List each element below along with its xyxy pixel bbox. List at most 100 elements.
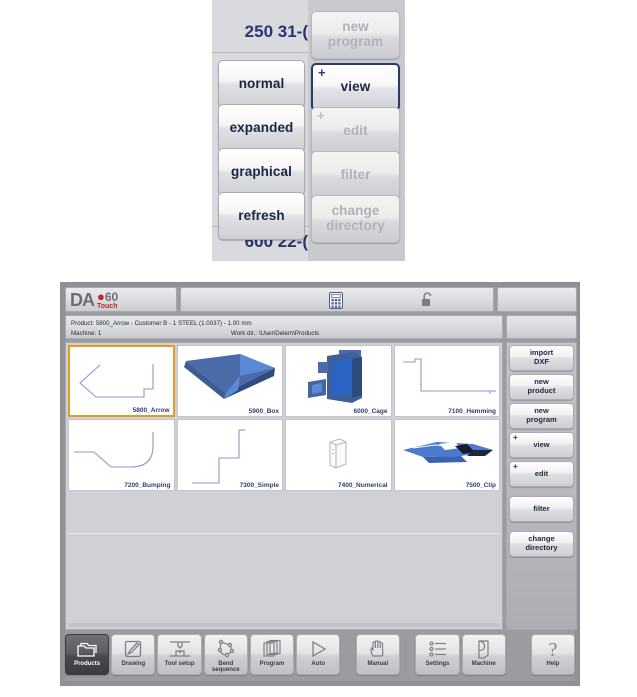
header-right-panel: [497, 287, 577, 312]
product-tile-7300-simple[interactable]: 7300_Simple: [176, 419, 283, 491]
overlay-button-edit-label: edit: [343, 122, 368, 138]
nav-button-products-label: Products: [74, 661, 101, 667]
nav-button-machine-label: Machine: [471, 661, 496, 667]
machine-info-line: Machine: 1: [71, 329, 102, 337]
play-triangle-icon: [308, 638, 328, 660]
sidebar-button-edit[interactable]: + edit: [509, 461, 574, 487]
sidebar-button-filter-label: filter: [533, 503, 550, 513]
overlay-button-view[interactable]: + view: [311, 63, 400, 111]
pages-stack-icon: [262, 638, 282, 660]
overlay-button-expanded-label: expanded: [229, 119, 294, 135]
overlay-button-refresh[interactable]: refresh: [218, 192, 305, 240]
sidebar-button-new-program[interactable]: new program: [509, 403, 574, 429]
unlock-icon[interactable]: [421, 292, 433, 313]
sidebar-button-import-dxf-line1: import: [529, 348, 554, 358]
product-tile-7500-clip[interactable]: 7500_Clip: [393, 419, 500, 491]
sidebar-button-edit-label: edit: [534, 468, 549, 478]
nav-button-bend-sequence-line1: Bend: [218, 661, 234, 667]
nav-button-machine[interactable]: Machine: [461, 634, 506, 675]
nav-button-settings[interactable]: Settings: [415, 634, 460, 675]
status-info-bar: Product: 5800_Arrow - Customer B - 1 STE…: [65, 315, 503, 339]
logo-da-text: DA: [70, 289, 95, 310]
sidebar-button-import-dxf-line2: DXF: [534, 357, 549, 366]
sidebar-button-new-product-line1: new: [534, 377, 549, 387]
overlay-button-change-directory[interactable]: change directory: [311, 195, 400, 243]
grid-scrollbar[interactable]: [68, 623, 500, 627]
nav-button-help[interactable]: ? Help: [530, 634, 576, 675]
product-tile-7200-bumping[interactable]: 7200_Bumping: [68, 419, 175, 491]
plus-icon-view: +: [318, 65, 326, 80]
nav-button-drawing[interactable]: Drawing: [111, 634, 156, 675]
overlay-button-new-program-line2: program: [327, 34, 384, 49]
pencil-page-icon: [123, 638, 143, 660]
overlay-button-filter[interactable]: filter: [311, 151, 400, 199]
readout-top: 250 31-(: [244, 22, 308, 41]
hemming-outline-thumb: [402, 358, 496, 394]
nav-button-tool-setup[interactable]: Tool setup: [157, 634, 202, 675]
nav-button-drawing-label: Drawing: [121, 661, 146, 667]
brand-logo: DA ●60 Touch: [65, 287, 177, 312]
sidebar-button-change-directory[interactable]: change directory: [509, 531, 574, 557]
overlay-button-change-directory-line1: change: [331, 203, 380, 219]
sidebar-button-new-product-line2: product: [527, 386, 556, 395]
product-tile-5900-box[interactable]: 5900_Box: [176, 345, 283, 417]
overlay-button-normal[interactable]: normal: [218, 60, 305, 108]
overlay-button-change-directory-line2: directory: [326, 218, 385, 233]
calculator-icon[interactable]: [329, 292, 343, 314]
workdir-info-line: Work dir.: \User\Delem\Products: [231, 329, 320, 337]
question-mark-icon: ?: [543, 638, 563, 660]
numerical-3d-thumb: [329, 438, 347, 469]
nav-button-products[interactable]: Products: [65, 634, 110, 675]
app-header: DA ●60 Touch: [65, 287, 577, 312]
product-tile-7400-numerical[interactable]: 7400_Numerical: [285, 419, 392, 491]
overlay-button-new-program-line1: new: [342, 19, 369, 35]
product-tile-7100-hemming[interactable]: 7100_Hemming: [393, 345, 500, 417]
overlay-button-new-program[interactable]: new program: [311, 11, 400, 59]
delem-da60-touch-screen: DA ●60 Touch Product: 5800_Arrow - Custo…: [60, 282, 580, 686]
product-tile-label: 7300_Simple: [239, 482, 279, 489]
nav-button-bend-sequence[interactable]: Bend sequence: [203, 634, 248, 675]
sidebar-button-new-product[interactable]: new product: [509, 374, 574, 400]
product-tile-label: 7400_Numerical: [337, 482, 388, 489]
nav-button-auto[interactable]: Auto: [296, 634, 341, 675]
product-tile-label: 5800_Arrow: [132, 407, 170, 414]
sidebar-button-view[interactable]: + view: [509, 432, 574, 458]
simple-outline-thumb: [191, 429, 245, 484]
tool-press-icon: [168, 638, 192, 660]
overlay-button-expanded[interactable]: expanded: [218, 104, 305, 152]
machine-page-icon: [475, 638, 493, 660]
sidebar-button-view-label: view: [533, 439, 550, 449]
overlay-button-refresh-label: refresh: [238, 207, 285, 223]
clip-3d-thumb: [402, 442, 493, 463]
sidebar-button-import-dxf[interactable]: import DXF: [509, 345, 574, 371]
folder-icon: [76, 638, 98, 660]
svg-text:?: ?: [549, 639, 558, 659]
nav-button-program-label: Program: [259, 661, 285, 667]
overlay-button-edit[interactable]: + edit: [311, 107, 400, 155]
product-tile-label: 7500_Clip: [465, 482, 496, 489]
nav-button-auto-label: Auto: [311, 661, 326, 667]
nav-button-manual[interactable]: Manual: [355, 634, 400, 675]
nav-button-tool-setup-label: Tool setup: [164, 661, 195, 667]
product-tile-label: 6000_Cage: [353, 408, 388, 415]
product-tile-5800-arrow[interactable]: 5800_Arrow: [68, 345, 175, 417]
sidebar-button-change-directory-line2: directory: [525, 543, 558, 552]
logo-60-text: 60: [104, 290, 119, 304]
info-right-panel: [506, 315, 577, 339]
zoomed-button-overlay: 250 31-( 600 22-( normal expanded graphi…: [212, 0, 405, 261]
overlay-button-graphical[interactable]: graphical: [218, 148, 305, 196]
grid-row-divider: [68, 533, 500, 534]
sidebar-button-change-directory-line1: change: [528, 534, 555, 544]
overlay-button-normal-label: normal: [238, 75, 285, 91]
plus-icon-edit: +: [317, 108, 325, 123]
bend-nodes-icon: [216, 638, 236, 660]
product-tile-label: 7200_Bumping: [124, 482, 171, 489]
box-3d-thumb: [183, 354, 275, 399]
product-tile-6000-cage[interactable]: 6000_Cage: [285, 345, 392, 417]
cage-3d-thumb: [308, 350, 362, 403]
sidebar-button-filter[interactable]: filter: [509, 496, 574, 522]
sidebar-button-new-program-line1: new: [534, 406, 549, 416]
nav-button-program[interactable]: Program: [249, 634, 295, 675]
product-tile-label: 7100_Hemming: [448, 408, 496, 415]
overlay-divider-top: [212, 52, 308, 53]
